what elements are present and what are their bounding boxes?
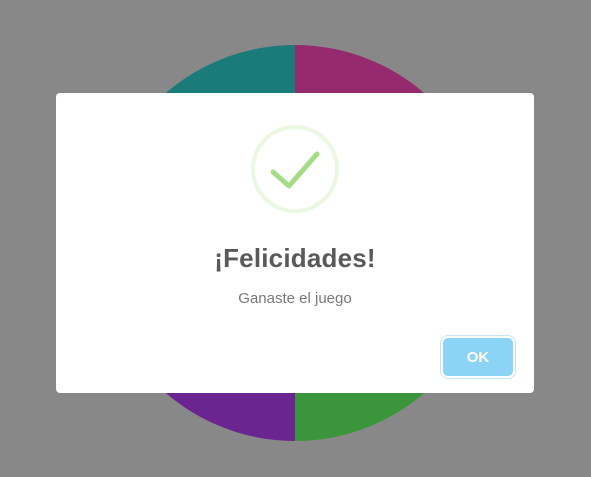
ok-button[interactable]: OK [443, 338, 513, 376]
modal-overlay: ¡Felicidades! Ganaste el juego OK [0, 0, 591, 477]
success-check-icon [251, 125, 339, 213]
dialog-title: ¡Felicidades! [214, 243, 376, 273]
dialog-message: Ganaste el juego [238, 290, 352, 307]
game-screen: ¡Felicidades! Ganaste el juego OK [0, 0, 591, 477]
success-dialog: ¡Felicidades! Ganaste el juego OK [56, 93, 534, 393]
